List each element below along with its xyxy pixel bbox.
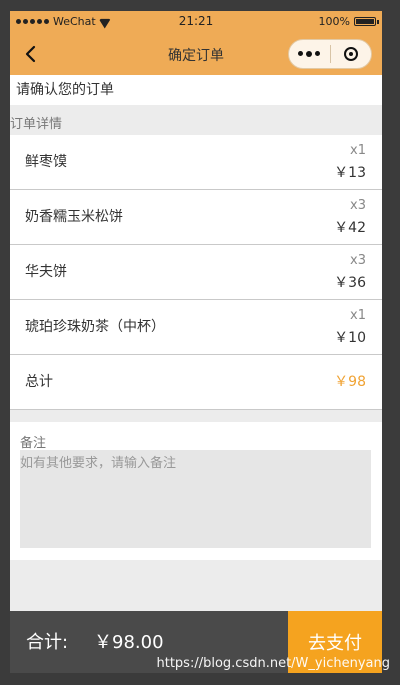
total-amount: ￥98: [334, 374, 366, 390]
item-quantity: x3: [350, 253, 366, 268]
order-item: 鲜枣馍 x1 ￥13: [10, 135, 382, 190]
status-right: 100%: [318, 15, 379, 28]
order-details-title: 订单详情: [10, 117, 63, 132]
order-item: 华夫饼 x3 ￥36: [10, 245, 382, 300]
item-quantity: x1: [350, 308, 366, 323]
remark-section: 备注: [10, 422, 382, 560]
item-quantity: x3: [350, 198, 366, 213]
close-mini-program-button[interactable]: [331, 47, 372, 61]
remark-input[interactable]: [20, 450, 371, 548]
order-total-row: 总计 ￥98: [10, 355, 382, 410]
item-name: 奶香糯玉米松饼: [25, 209, 123, 225]
more-icon[interactable]: [289, 51, 330, 57]
phone-screen: WeChat 21:21 100% 确定订单 请确认您的订单 订单详情 鲜枣馍: [10, 11, 382, 673]
item-name: 鲜枣馍: [25, 154, 67, 170]
item-price: ￥42: [334, 220, 366, 236]
watermark-text: https://blog.csdn.net/W_yichenyang: [156, 656, 391, 671]
navigation-bar: 确定订单: [10, 33, 382, 75]
total-label: 总计: [25, 374, 53, 390]
item-name: 琥珀珍珠奶茶（中杯）: [25, 319, 165, 335]
confirm-order-heading: 请确认您的订单: [10, 75, 382, 105]
item-price: ￥10: [334, 330, 366, 346]
order-list: 鲜枣馍 x1 ￥13 奶香糯玉米松饼 x3 ￥42 华夫饼 x3 ￥36 琥珀珍…: [10, 135, 382, 410]
battery-percent: 100%: [318, 15, 350, 28]
remark-label: 备注: [20, 436, 47, 451]
item-price: ￥36: [334, 275, 366, 291]
order-item: 琥珀珍珠奶茶（中杯） x1 ￥10: [10, 300, 382, 355]
mini-program-capsule: [288, 39, 372, 69]
item-price: ￥13: [334, 165, 366, 181]
order-item: 奶香糯玉米松饼 x3 ￥42: [10, 190, 382, 245]
status-bar: WeChat 21:21 100%: [10, 11, 382, 33]
item-quantity: x1: [350, 143, 366, 158]
target-icon: [343, 47, 358, 61]
battery-icon: [354, 17, 379, 26]
sum-label: 合计:: [26, 632, 69, 653]
sum-value: ￥98.00: [94, 632, 164, 653]
item-name: 华夫饼: [25, 264, 67, 280]
